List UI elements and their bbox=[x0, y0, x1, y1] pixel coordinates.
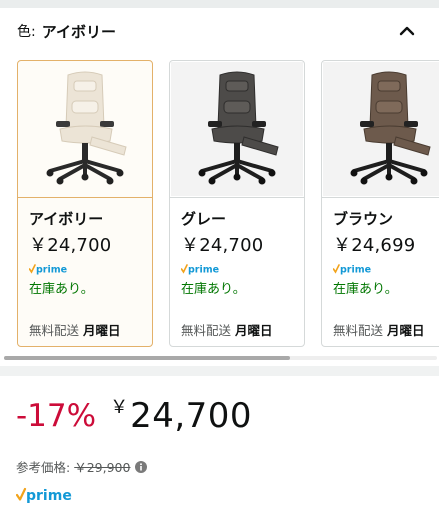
variant-name: ブラウン bbox=[333, 210, 394, 228]
shipping-label: 無料配送 bbox=[181, 323, 232, 338]
card-divider bbox=[170, 197, 304, 198]
chair-image-brown bbox=[323, 62, 439, 196]
variant-card-brown[interactable]: ブラウン ￥24,699 prime 在庫あり。 無料配送 月曜日 bbox=[321, 60, 439, 347]
prime-badge: prime bbox=[28, 260, 69, 279]
color-selector-header[interactable]: 色: アイボリー bbox=[0, 8, 439, 54]
shipping-day: 月曜日 bbox=[83, 323, 121, 338]
reference-price: ￥29,900 bbox=[74, 460, 131, 475]
variant-price: ￥24,700 bbox=[29, 235, 112, 256]
shipping-info: 無料配送 月曜日 bbox=[181, 320, 273, 339]
currency-symbol: ￥ bbox=[110, 397, 129, 418]
top-strip bbox=[0, 0, 439, 8]
color-selected-value: アイボリー bbox=[41, 22, 116, 41]
shipping-day: 月曜日 bbox=[387, 323, 425, 338]
variant-name: アイボリー bbox=[29, 210, 104, 228]
variant-name: グレー bbox=[181, 210, 227, 228]
prime-badge: prime bbox=[180, 260, 221, 279]
chevron-up-icon[interactable] bbox=[397, 21, 417, 41]
current-price: 24,700 bbox=[130, 396, 253, 436]
reference-price-label: 参考価格: bbox=[16, 460, 71, 475]
stock-status: 在庫あり。 bbox=[333, 282, 398, 297]
variant-price: ￥24,700 bbox=[181, 235, 264, 256]
svg-text:prime: prime bbox=[188, 265, 219, 276]
variant-card-gray[interactable]: グレー ￥24,700 prime 在庫あり。 無料配送 月曜日 bbox=[169, 60, 305, 347]
scrollbar-thumb[interactable] bbox=[4, 356, 290, 360]
reference-price-row: 参考価格: ￥29,900 bbox=[16, 457, 148, 476]
chair-image-ivory bbox=[19, 62, 151, 196]
card-divider bbox=[322, 197, 439, 198]
section-separator bbox=[0, 366, 439, 376]
price-block: -17% ￥ 24,700 bbox=[16, 392, 252, 452]
shipping-info: 無料配送 月曜日 bbox=[29, 320, 121, 339]
svg-text:prime: prime bbox=[36, 265, 67, 276]
prime-badge: prime bbox=[332, 260, 373, 279]
carousel-scrollbar[interactable] bbox=[4, 356, 437, 360]
variant-card-ivory[interactable]: アイボリー ￥24,700 prime 在庫あり。 無料配送 月曜日 bbox=[17, 60, 153, 347]
info-icon[interactable] bbox=[135, 460, 148, 473]
variant-carousel[interactable]: アイボリー ￥24,700 prime 在庫あり。 無料配送 月曜日 グレー ￥… bbox=[0, 58, 439, 358]
stock-status: 在庫あり。 bbox=[29, 282, 94, 297]
svg-text:prime: prime bbox=[340, 265, 371, 276]
card-divider bbox=[18, 197, 152, 198]
shipping-info: 無料配送 月曜日 bbox=[333, 320, 425, 339]
color-label: 色: bbox=[17, 24, 36, 40]
chair-image-gray bbox=[171, 62, 303, 196]
stock-status: 在庫あり。 bbox=[181, 282, 246, 297]
discount-percent: -17% bbox=[16, 398, 97, 434]
shipping-label: 無料配送 bbox=[333, 323, 384, 338]
shipping-day: 月曜日 bbox=[235, 323, 273, 338]
svg-text:prime: prime bbox=[26, 488, 72, 504]
shipping-label: 無料配送 bbox=[29, 323, 80, 338]
prime-badge-main: prime bbox=[15, 486, 76, 508]
variant-price: ￥24,699 bbox=[333, 235, 416, 256]
